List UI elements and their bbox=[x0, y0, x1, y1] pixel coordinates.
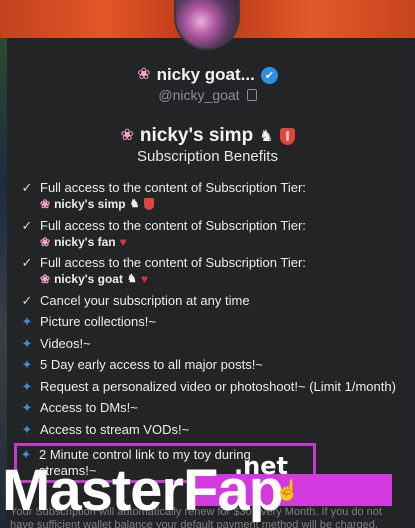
tier-title: nicky's simp bbox=[139, 125, 254, 146]
renewal-notice: Your Subscription will automatically ren… bbox=[10, 506, 382, 528]
benefit-item-highlighted: ✦ 2 Minute control link to my toy during… bbox=[14, 443, 316, 483]
heart-icon: ♥ bbox=[119, 234, 127, 249]
shield-icon bbox=[143, 198, 154, 210]
star-icon: ✦ bbox=[21, 400, 33, 415]
benefit-item: ✦ Request a personalized video or photos… bbox=[20, 379, 400, 395]
goat-icon: ♞ bbox=[259, 128, 274, 145]
tier-name: nicky's goat bbox=[54, 272, 123, 286]
star-icon: ✦ bbox=[21, 335, 33, 351]
check-icon: ✓ bbox=[21, 217, 33, 233]
benefit-item: ✦ 5 Day early access to all major posts!… bbox=[20, 357, 400, 373]
benefits-list: ✓ Full access to the content of Subscrip… bbox=[14, 180, 400, 489]
shield-icon bbox=[279, 127, 295, 145]
flower-icon: ❀ bbox=[40, 272, 51, 286]
benefit-tier-name: ❀ nicky's simp ♞ bbox=[40, 196, 306, 212]
tier-name: nicky's simp bbox=[54, 197, 126, 211]
benefit-item: ✓ Full access to the content of Subscrip… bbox=[20, 180, 400, 212]
flower-icon: ❀ bbox=[120, 127, 134, 144]
benefit-text: Picture collections!~ bbox=[40, 314, 156, 329]
check-icon: ✓ bbox=[21, 180, 33, 195]
benefit-text: Full access to the content of Subscripti… bbox=[40, 255, 306, 270]
benefit-text: Access to stream VODs!~ bbox=[40, 421, 190, 437]
benefit-text: 2 Minute control link to my toy during s… bbox=[39, 447, 251, 478]
benefit-item: ✓ Full access to the content of Subscrip… bbox=[20, 255, 400, 287]
star-icon: ✦ bbox=[21, 314, 33, 329]
benefit-item: ✓ Cancel your subscription at any time bbox=[20, 293, 400, 309]
goat-icon: ♞ bbox=[126, 273, 137, 285]
benefit-item: ✦ Videos!~ bbox=[20, 336, 400, 352]
benefit-item: ✦ Picture collections!~ bbox=[20, 314, 400, 330]
background-strip-right bbox=[405, 38, 415, 528]
star-icon: ✦ bbox=[21, 378, 33, 394]
benefit-item: ✓ Full access to the content of Subscrip… bbox=[20, 218, 400, 250]
check-icon: ✓ bbox=[21, 292, 33, 308]
verified-badge-icon: ✔ bbox=[260, 66, 278, 84]
star-icon: ✦ bbox=[20, 447, 32, 462]
benefit-text: Videos!~ bbox=[40, 335, 91, 351]
goat-icon: ♞ bbox=[129, 198, 140, 210]
star-icon: ✦ bbox=[21, 357, 33, 372]
benefit-item: ✦ Access to stream VODs!~ bbox=[20, 422, 400, 438]
benefit-text: Full access to the content of Subscripti… bbox=[40, 180, 306, 195]
star-icon: ✦ bbox=[21, 421, 33, 437]
tier-title-row: ❀ nicky's simp ♞ bbox=[0, 124, 415, 148]
benefit-text: Full access to the content of Subscripti… bbox=[40, 217, 306, 233]
profile-name-row: ❀ nicky goat... ✔ bbox=[0, 64, 415, 86]
profile-handle: @nicky_goat bbox=[158, 87, 240, 103]
display-name[interactable]: nicky goat... bbox=[157, 65, 255, 85]
copy-icon[interactable] bbox=[246, 89, 257, 101]
benefit-text: Cancel your subscription at any time bbox=[40, 292, 250, 308]
benefit-item: ✦ Access to DMs!~ bbox=[20, 400, 400, 416]
benefit-text: Request a personalized video or photosho… bbox=[40, 378, 396, 394]
flower-icon: ❀ bbox=[137, 66, 151, 83]
flower-icon: ❀ bbox=[40, 197, 51, 211]
benefit-tier-name: ❀ nicky's goat ♞ ♥ bbox=[40, 271, 306, 287]
benefits-heading: Subscription Benefits bbox=[137, 148, 278, 165]
background-strip-left bbox=[0, 38, 7, 528]
benefit-text: 5 Day early access to all major posts!~ bbox=[40, 357, 263, 372]
flower-icon: ❀ bbox=[40, 234, 51, 249]
benefit-tier-name: ❀ nicky's fan ♥ bbox=[40, 234, 306, 250]
tier-name: nicky's fan bbox=[54, 234, 116, 249]
profile-handle-row: @nicky_goat bbox=[0, 86, 415, 104]
check-icon: ✓ bbox=[21, 255, 33, 270]
heart-icon: ♥ bbox=[140, 272, 148, 286]
benefit-text: Access to DMs!~ bbox=[40, 400, 138, 415]
